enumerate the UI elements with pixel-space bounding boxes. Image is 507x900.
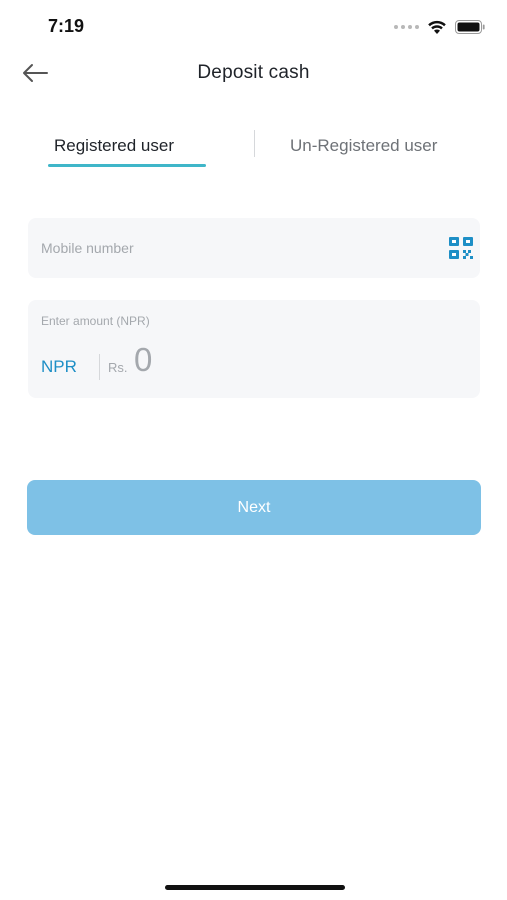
currency-divider	[99, 354, 100, 380]
tab-divider	[254, 130, 255, 157]
status-indicators	[394, 16, 485, 38]
mobile-number-input[interactable]	[41, 218, 421, 278]
currency-code: NPR	[41, 357, 77, 376]
qr-code-icon[interactable]	[449, 237, 473, 259]
home-indicator	[165, 885, 345, 890]
battery-icon	[455, 20, 485, 34]
active-tab-indicator	[48, 164, 206, 167]
currency-symbol: Rs.	[108, 360, 128, 375]
amount-label: Enter amount (NPR)	[41, 314, 150, 328]
next-button[interactable]: Next	[27, 480, 481, 535]
page-title: Deposit cash	[197, 62, 310, 83]
status-time: 7:19	[48, 16, 85, 36]
wifi-icon	[428, 20, 446, 34]
amount-field: Enter amount (NPR) NPR Rs. 0	[28, 300, 480, 398]
cellular-signal-icon	[394, 25, 419, 29]
amount-input[interactable]: 0	[134, 341, 152, 379]
tab-unregistered-user[interactable]: Un-Registered user	[290, 136, 437, 156]
mobile-number-field	[28, 218, 480, 278]
tab-registered-user[interactable]: Registered user	[54, 136, 174, 156]
